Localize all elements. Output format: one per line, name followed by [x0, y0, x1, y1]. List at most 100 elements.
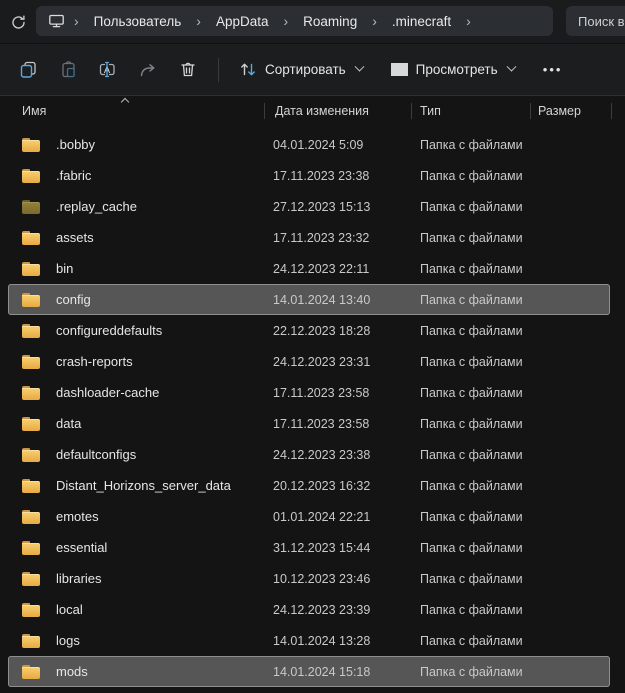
file-row[interactable]: configureddefaults 22.12.2023 18:28 Папк… [8, 315, 610, 346]
file-row[interactable]: data 17.11.2023 23:58 Папка с файлами [8, 408, 610, 439]
command-toolbar: A [0, 44, 625, 96]
file-row[interactable]: defaultconfigs 24.12.2023 23:38 Папка с … [8, 439, 610, 470]
file-type: Папка с файлами [420, 448, 523, 462]
folder-icon [22, 603, 40, 617]
file-row[interactable]: config 14.01.2024 13:40 Папка с файлами [8, 284, 610, 315]
file-date-modified: 17.11.2023 23:32 [273, 231, 369, 245]
folder-icon [22, 324, 40, 338]
file-row[interactable]: libraries 10.12.2023 23:46 Папка с файла… [8, 563, 610, 594]
column-header-name[interactable]: Имя [0, 96, 265, 126]
file-date-modified: 24.12.2023 23:31 [273, 355, 370, 369]
file-type: Папка с файлами [420, 603, 523, 617]
column-header-date-modified[interactable]: Дата изменения [265, 96, 412, 126]
folder-icon [22, 448, 40, 462]
copy-icon [20, 61, 37, 78]
paste-button[interactable] [48, 52, 88, 88]
file-date-modified: 17.11.2023 23:58 [273, 417, 369, 431]
folder-icon [22, 231, 40, 245]
file-type: Папка с файлами [420, 293, 523, 307]
delete-icon [180, 61, 196, 78]
folder-icon [22, 665, 40, 679]
share-button[interactable] [128, 52, 168, 88]
file-date-modified: 27.12.2023 15:13 [273, 200, 370, 214]
file-row[interactable]: .replay_cache 27.12.2023 15:13 Папка с ф… [8, 191, 610, 222]
file-type: Папка с файлами [420, 200, 523, 214]
file-row[interactable]: .fabric 17.11.2023 23:38 Папка с файлами [8, 160, 610, 191]
file-explorer-window: ›Пользователь›AppData›Roaming›.minecraft… [0, 0, 625, 693]
file-row[interactable]: essential 31.12.2023 15:44 Папка с файла… [8, 532, 610, 563]
rename-icon: A [99, 61, 118, 78]
file-date-modified: 20.12.2023 16:32 [273, 479, 370, 493]
file-row[interactable]: dashloader-cache 17.11.2023 23:58 Папка … [8, 377, 610, 408]
file-row[interactable]: logs 14.01.2024 13:28 Папка с файлами [8, 625, 610, 656]
breadcrumb-chevron-icon[interactable]: › [65, 13, 88, 29]
breadcrumb-item[interactable]: Пользователь [88, 11, 188, 32]
file-row[interactable]: bin 24.12.2023 22:11 Папка с файлами [8, 253, 610, 284]
file-date-modified: 24.12.2023 22:11 [273, 262, 369, 276]
toolbar-divider [218, 58, 219, 82]
file-date-modified: 01.01.2024 22:21 [273, 510, 370, 524]
file-name: assets [56, 230, 94, 245]
file-type: Папка с файлами [420, 169, 523, 183]
rename-button[interactable]: A [88, 52, 128, 88]
file-date-modified: 22.12.2023 18:28 [273, 324, 370, 338]
file-row[interactable]: emotes 01.01.2024 22:21 Папка с файлами [8, 501, 610, 532]
breadcrumb-chevron-icon[interactable]: › [457, 13, 480, 29]
file-name: .bobby [56, 137, 95, 152]
more-options-button[interactable]: ••• [533, 52, 573, 88]
column-header-row: Имя Дата изменения Тип Размер [0, 96, 625, 126]
file-row[interactable]: crash-reports 24.12.2023 23:31 Папка с ф… [8, 346, 610, 377]
file-name: dashloader-cache [56, 385, 159, 400]
address-field[interactable]: ›Пользователь›AppData›Roaming›.minecraft… [36, 6, 553, 36]
file-date-modified: 24.12.2023 23:38 [273, 448, 370, 462]
folder-icon [22, 169, 40, 183]
folder-icon [22, 541, 40, 555]
breadcrumb-item[interactable]: .minecraft [386, 11, 457, 32]
folder-icon [22, 510, 40, 524]
more-ellipsis-icon: ••• [543, 62, 563, 77]
paste-icon [60, 61, 77, 78]
breadcrumb-chevron-icon[interactable]: › [275, 13, 298, 29]
folder-icon [22, 417, 40, 431]
breadcrumb-item[interactable]: Roaming [297, 11, 363, 32]
folder-icon [22, 293, 40, 307]
breadcrumb: ›Пользователь›AppData›Roaming›.minecraft… [65, 11, 480, 32]
file-name: data [56, 416, 81, 431]
file-name: emotes [56, 509, 99, 524]
file-type: Папка с файлами [420, 665, 523, 679]
file-row[interactable]: Distant_Horizons_server_data 20.12.2023 … [8, 470, 610, 501]
file-name: local [56, 602, 83, 617]
folder-icon [22, 200, 40, 214]
file-type: Папка с файлами [420, 355, 523, 369]
search-input[interactable] [578, 14, 625, 29]
breadcrumb-chevron-icon[interactable]: › [363, 13, 386, 29]
file-name: .fabric [56, 168, 91, 183]
column-header-size[interactable]: Размер [531, 96, 612, 126]
file-type: Папка с файлами [420, 231, 523, 245]
file-row[interactable]: .bobby 04.01.2024 5:09 Папка с файлами [8, 129, 610, 160]
file-type: Папка с файлами [420, 262, 523, 276]
view-button[interactable]: Просмотреть [381, 52, 525, 88]
file-row[interactable]: mods 14.01.2024 15:18 Папка с файлами [8, 656, 610, 687]
file-type: Папка с файлами [420, 510, 523, 524]
folder-icon [22, 138, 40, 152]
search-box[interactable] [566, 6, 625, 36]
breadcrumb-item[interactable]: AppData [210, 11, 275, 32]
delete-button[interactable] [168, 52, 208, 88]
file-type: Папка с файлами [420, 572, 523, 586]
file-type: Папка с файлами [420, 386, 523, 400]
sort-label: Сортировать [265, 62, 346, 77]
file-row[interactable]: assets 17.11.2023 23:32 Папка с файлами [8, 222, 610, 253]
file-row[interactable]: local 24.12.2023 23:39 Папка с файлами [8, 594, 610, 625]
file-type: Папка с файлами [420, 138, 523, 152]
this-pc-icon[interactable] [48, 13, 65, 29]
column-header-type[interactable]: Тип [412, 96, 531, 126]
file-date-modified: 24.12.2023 23:39 [273, 603, 370, 617]
address-bar: ›Пользователь›AppData›Roaming›.minecraft… [0, 0, 625, 44]
file-type: Папка с файлами [420, 479, 523, 493]
refresh-button[interactable] [4, 8, 32, 36]
sort-button[interactable]: Сортировать [229, 52, 373, 88]
file-list: .bobby 04.01.2024 5:09 Папка с файлами .… [0, 126, 625, 687]
copy-button[interactable] [8, 52, 48, 88]
breadcrumb-chevron-icon[interactable]: › [187, 13, 210, 29]
